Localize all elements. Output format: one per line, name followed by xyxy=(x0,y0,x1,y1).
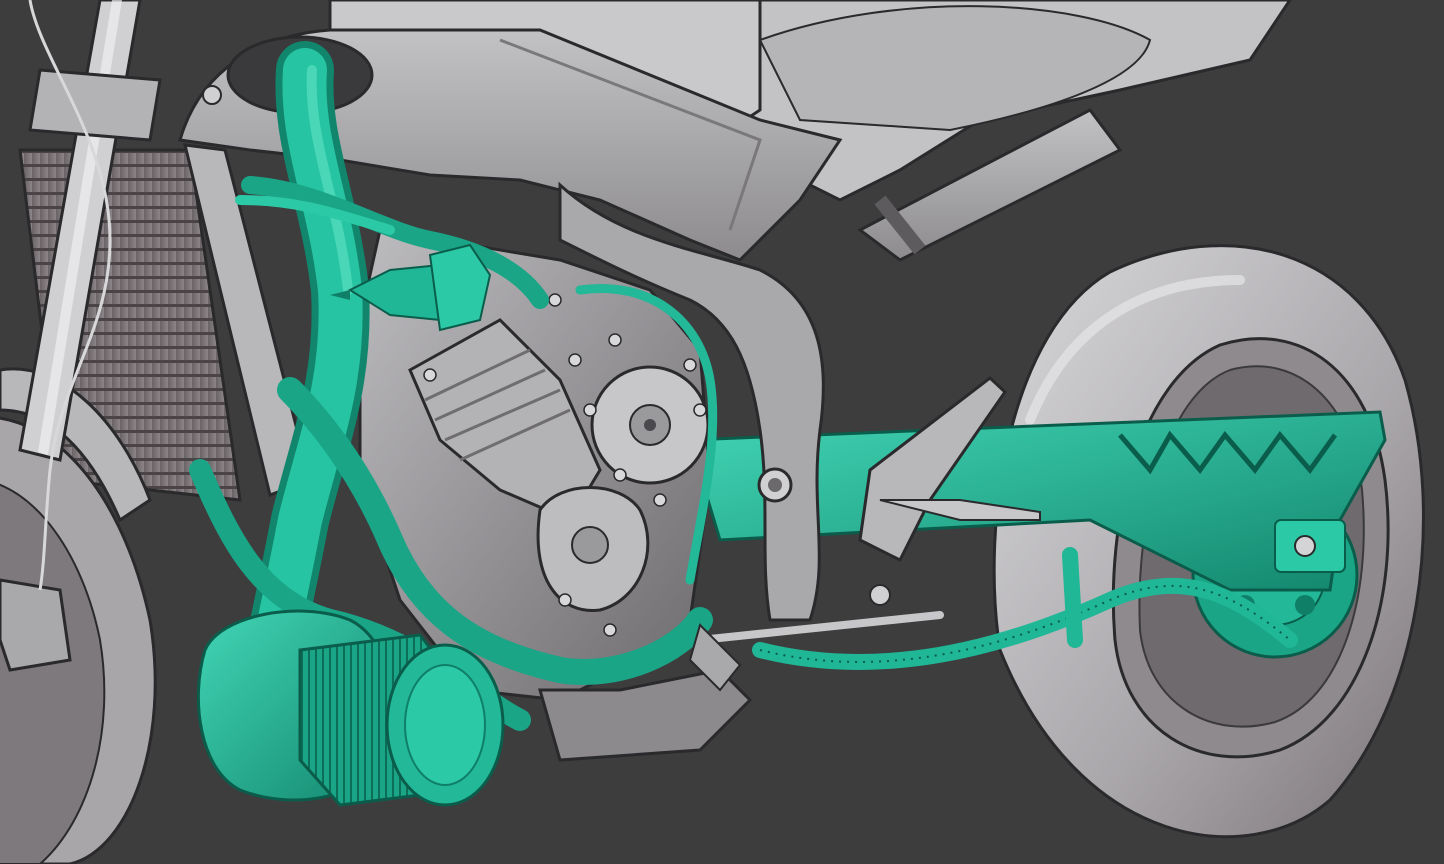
fork-clamp xyxy=(28,68,162,142)
swingarm-vertical-tube xyxy=(1062,547,1083,648)
brake-caliper xyxy=(0,578,72,672)
motorcycle-render xyxy=(0,0,1444,864)
